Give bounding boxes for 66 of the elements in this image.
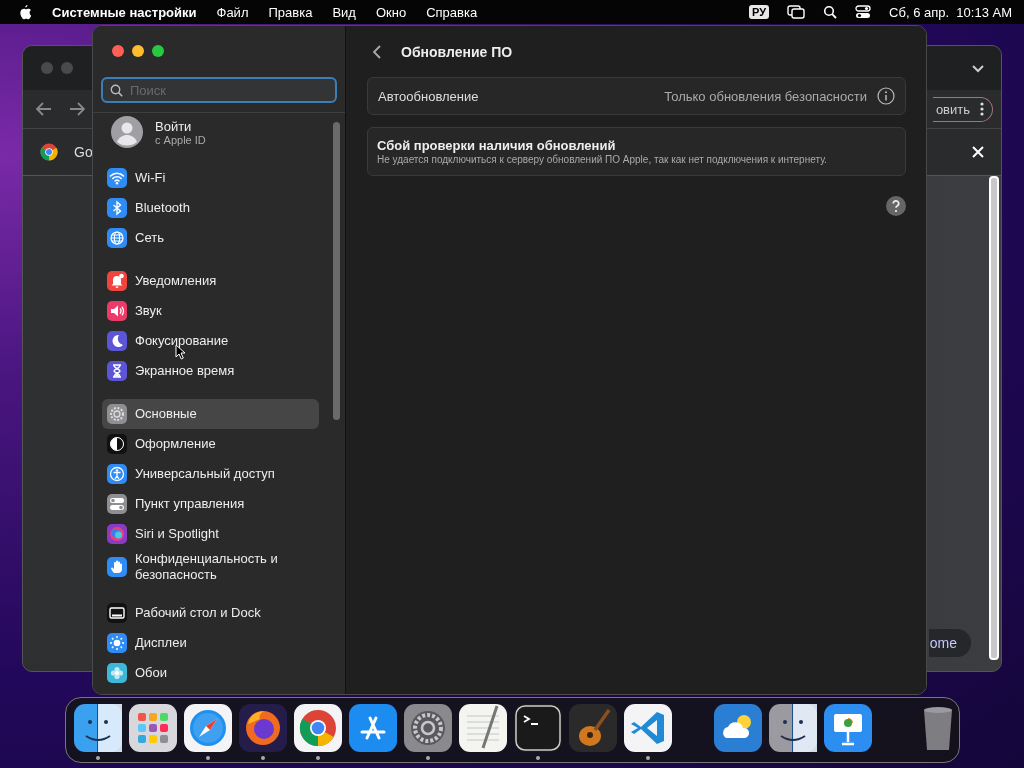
avatar-icon[interactable] (111, 116, 143, 148)
chrome-icon (40, 143, 58, 161)
date-time[interactable]: Сб, 6 апр. 10:13 AM (889, 4, 1012, 20)
input-source-badge[interactable]: РУ (749, 5, 770, 19)
sign-in-link[interactable]: Войти (155, 118, 206, 134)
close-button[interactable] (112, 45, 124, 57)
sidebar-item[interactable]: Оформление (102, 429, 319, 459)
sidebar-item[interactable]: Обои (102, 658, 319, 688)
minimize-button[interactable] (132, 45, 144, 57)
sidebar-item[interactable]: Рабочий стол и Dock (102, 598, 319, 628)
zoom-button[interactable] (152, 45, 164, 57)
app-store-icon[interactable] (349, 704, 397, 752)
sidebar-item[interactable]: Конфиденциальность и безопасность (102, 549, 319, 585)
alert-title: Сбой проверки наличия обновлений (377, 138, 617, 153)
smiling-face-icon[interactable] (74, 704, 122, 752)
sidebar-item[interactable]: Bluetooth (102, 193, 319, 223)
page-title: Go (74, 144, 93, 160)
app-grid-icon[interactable] (129, 704, 177, 752)
gear-icon[interactable] (404, 704, 452, 752)
menu-item[interactable]: Справка (426, 4, 478, 20)
compass-icon[interactable] (184, 704, 232, 752)
code-editor-icon[interactable] (624, 704, 672, 752)
account-subtitle: с Apple ID (155, 133, 206, 146)
menu-item[interactable]: Файл (216, 4, 249, 20)
sidebar-item[interactable]: Звук (102, 296, 319, 326)
paper-pen-icon[interactable] (459, 704, 507, 752)
smiling-face-icon[interactable] (769, 704, 817, 752)
setting-label: Автообновление (378, 88, 479, 104)
sidebar-item[interactable]: Дисплеи (102, 628, 319, 658)
chevron-down-icon[interactable] (971, 63, 985, 73)
alert-message: Не удается подключиться к серверу обновлений ПО Apple, так как нет подключения к интернету. (377, 154, 828, 165)
fox-globe-icon[interactable] (239, 704, 287, 752)
forward-arrow-icon[interactable] (69, 102, 85, 116)
help-icon[interactable] (886, 196, 906, 216)
menu-item[interactable]: Вид (332, 4, 356, 20)
scroll-bar[interactable] (989, 176, 999, 660)
search-icon[interactable] (823, 5, 838, 19)
windows-icon[interactable] (787, 5, 806, 19)
sidebar-item[interactable]: Сеть (102, 223, 319, 253)
scroll-bar[interactable] (333, 122, 340, 420)
sidebar-item[interactable]: Фокусирование (102, 326, 319, 356)
sidebar-item[interactable]: Универсальный доступ (102, 459, 319, 489)
presentation-icon[interactable] (824, 704, 872, 752)
page-title: Обновление ПО (401, 43, 513, 60)
control-center-icon[interactable] (855, 5, 872, 19)
terminal-icon[interactable] (514, 704, 562, 752)
sidebar-item[interactable]: Основные (102, 399, 319, 429)
menu-item[interactable]: Окно (375, 4, 407, 20)
menu-item[interactable]: Правка (268, 4, 313, 20)
info-icon[interactable] (877, 87, 895, 105)
sidebar-item[interactable]: Пункт управления (102, 489, 319, 519)
back-chevron-icon[interactable] (372, 43, 382, 60)
sidebar-item[interactable]: Экранное время (102, 356, 319, 386)
back-arrow-icon[interactable] (36, 102, 52, 116)
chrome-button[interactable]: ome (928, 629, 971, 657)
cloud-sun-icon[interactable] (714, 704, 762, 752)
sidebar-item[interactable]: Siri и Spotlight (102, 519, 319, 549)
guitar-icon[interactable] (569, 704, 617, 752)
chrome-icon[interactable] (294, 704, 342, 752)
sidebar-item[interactable]: Wi-Fi (102, 163, 319, 193)
more-icon[interactable] (980, 102, 984, 116)
setting-value: Только обновления безопасности (664, 88, 867, 104)
app-menu[interactable]: Системные настройки (52, 4, 197, 20)
close-icon[interactable] (972, 146, 984, 158)
sidebar-item[interactable]: Уведомления (102, 266, 319, 296)
apple-logo-icon[interactable] (18, 4, 32, 20)
